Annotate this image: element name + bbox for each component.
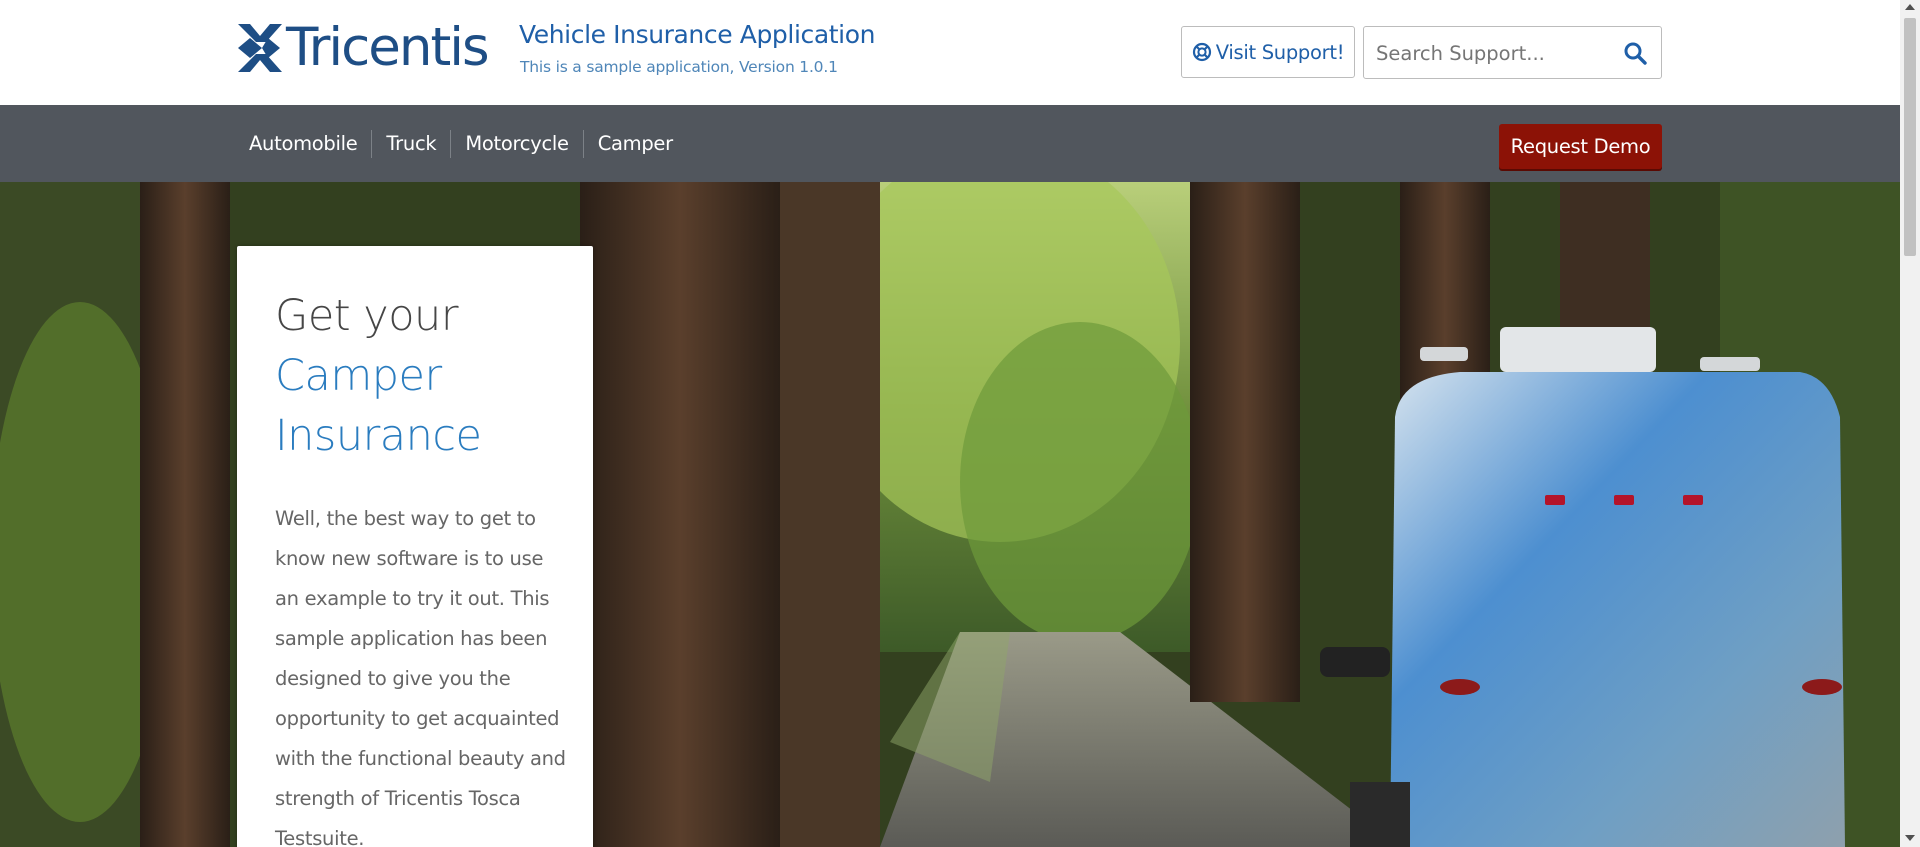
app-subtitle: This is a sample application, Version 1.…: [520, 58, 838, 76]
nav-item-camper[interactable]: Camper: [584, 130, 687, 158]
hero-banner: Get your Camper Insurance Well, the best…: [0, 182, 1900, 847]
hero-heading: Get your Camper Insurance: [275, 286, 585, 466]
site-header: Tricentis Vehicle Insurance Application …: [0, 0, 1900, 106]
scroll-thumb[interactable]: [1904, 18, 1916, 256]
hero-heading-line3: Insurance: [275, 411, 482, 461]
scroll-down-arrow-icon[interactable]: [1905, 835, 1915, 841]
tricentis-logo[interactable]: Tricentis: [236, 17, 490, 78]
hero-description: Well, the best way to get to know new so…: [275, 507, 566, 847]
scroll-up-arrow-icon[interactable]: [1905, 4, 1915, 10]
logo-text: Tricentis: [286, 17, 490, 78]
vertical-scrollbar[interactable]: [1900, 0, 1920, 847]
search-icon[interactable]: [1623, 41, 1647, 65]
hero-heading-line1: Get your: [275, 291, 459, 341]
nav-menu: Automobile Truck Motorcycle Camper: [237, 105, 687, 182]
visit-support-label: Visit Support!: [1215, 40, 1345, 64]
request-demo-button[interactable]: Request Demo: [1499, 124, 1662, 169]
hero-heading-line2: Camper: [275, 351, 442, 401]
nav-item-truck[interactable]: Truck: [372, 129, 452, 158]
search-box: [1363, 26, 1662, 79]
nav-item-automobile[interactable]: Automobile: [237, 129, 373, 158]
nav-item-motorcycle[interactable]: Motorcycle: [451, 129, 584, 158]
visit-support-button[interactable]: Visit Support!: [1181, 26, 1355, 78]
tricentis-x-logo-icon: [238, 24, 282, 72]
search-input[interactable]: [1374, 37, 1618, 69]
lifebuoy-icon: [1192, 42, 1211, 62]
app-title: Vehicle Insurance Application: [519, 20, 876, 49]
hero-card: Get your Camper Insurance Well, the best…: [237, 246, 593, 847]
